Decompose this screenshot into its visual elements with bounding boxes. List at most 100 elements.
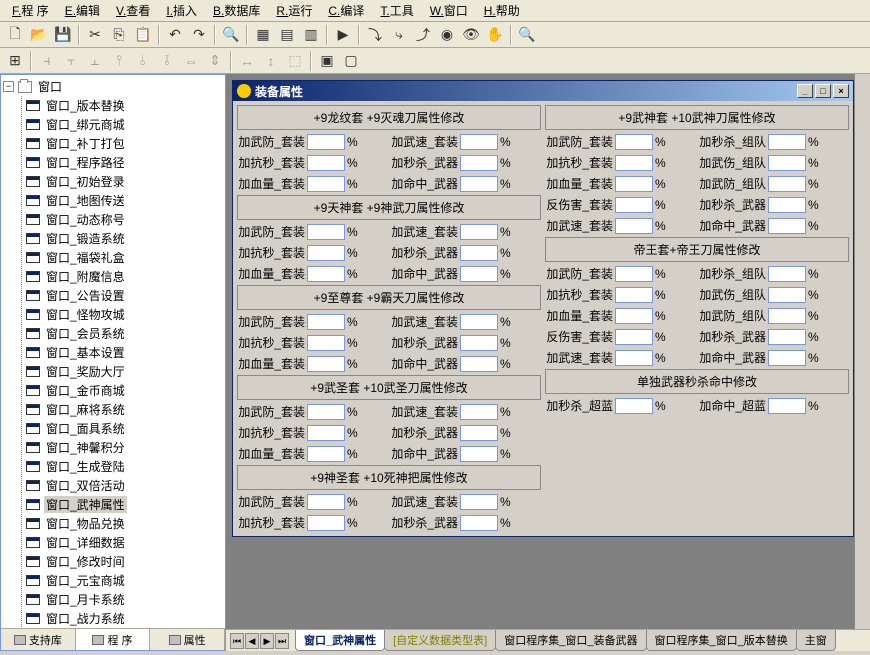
tree-item[interactable]: 窗口_初始登录	[26, 172, 223, 191]
value-input[interactable]	[307, 425, 345, 441]
copy-icon[interactable]: ⎘	[108, 24, 130, 46]
tree-item[interactable]: 窗口_双倍活动	[26, 476, 223, 495]
tree-item[interactable]: 窗口_月卡系统	[26, 590, 223, 609]
tab-first-icon[interactable]: ⏮	[230, 633, 244, 649]
redo-icon[interactable]: ↷	[188, 24, 210, 46]
align-right-icon[interactable]: ⫠	[84, 50, 106, 72]
collapse-icon[interactable]: −	[3, 81, 14, 92]
step-over-icon[interactable]: ⤵	[364, 24, 386, 46]
tree-item[interactable]: 窗口_战力系统	[26, 609, 223, 628]
align-middle-icon[interactable]: ⫰	[132, 50, 154, 72]
editor-tab[interactable]: 窗口_武神属性	[295, 630, 385, 651]
value-input[interactable]	[768, 197, 806, 213]
dist-v-icon[interactable]: ⇕	[204, 50, 226, 72]
value-input[interactable]	[307, 245, 345, 261]
tree-item[interactable]: 窗口_元宝商城	[26, 571, 223, 590]
menu-tools[interactable]: T.工具	[372, 0, 421, 21]
value-input[interactable]	[307, 356, 345, 372]
maximize-button[interactable]: □	[815, 84, 831, 98]
value-input[interactable]	[460, 266, 498, 282]
align-top-icon[interactable]: ⫯	[108, 50, 130, 72]
stop-icon[interactable]: ✋	[484, 24, 506, 46]
minimize-button[interactable]: _	[797, 84, 813, 98]
value-input[interactable]	[460, 245, 498, 261]
value-input[interactable]	[615, 350, 653, 366]
value-input[interactable]	[460, 134, 498, 150]
value-input[interactable]	[460, 224, 498, 240]
tree-item[interactable]: 窗口_锻造系统	[26, 229, 223, 248]
value-input[interactable]	[307, 176, 345, 192]
value-input[interactable]	[307, 155, 345, 171]
vertical-scrollbar[interactable]	[854, 74, 870, 629]
save-icon[interactable]: 💾	[52, 24, 74, 46]
align-bottom-icon[interactable]: ⫱	[156, 50, 178, 72]
value-input[interactable]	[460, 155, 498, 171]
value-input[interactable]	[615, 176, 653, 192]
value-input[interactable]	[768, 218, 806, 234]
value-input[interactable]	[307, 224, 345, 240]
value-input[interactable]	[460, 176, 498, 192]
value-input[interactable]	[768, 266, 806, 282]
editor-tab[interactable]: [自定义数据类型表]	[384, 630, 496, 651]
align-center-icon[interactable]: ⫟	[60, 50, 82, 72]
tree-item[interactable]: 窗口_修改时间	[26, 552, 223, 571]
grid-icon[interactable]: ⊞	[4, 50, 26, 72]
run-icon[interactable]: ▶	[332, 24, 354, 46]
tree-item[interactable]: 窗口_武神属性	[26, 495, 223, 514]
layout2-icon[interactable]: ▤	[276, 24, 298, 46]
help-icon[interactable]: 🔍	[516, 24, 538, 46]
tree-item[interactable]: 窗口_动态称号	[26, 210, 223, 229]
menu-file[interactable]: F.程 序	[4, 0, 57, 21]
menu-database[interactable]: B.数据库	[205, 0, 268, 21]
value-input[interactable]	[768, 176, 806, 192]
step-out-icon[interactable]: ⤴	[412, 24, 434, 46]
menu-view[interactable]: V.查看	[108, 0, 158, 21]
tree-item[interactable]: 窗口_程序路径	[26, 153, 223, 172]
value-input[interactable]	[615, 329, 653, 345]
value-input[interactable]	[768, 398, 806, 414]
tree-item[interactable]: 窗口_福袋礼盒	[26, 248, 223, 267]
tree-item[interactable]: 窗口_生成登陆	[26, 457, 223, 476]
value-input[interactable]	[768, 308, 806, 324]
tree-item[interactable]: 窗口_奖励大厅	[26, 362, 223, 381]
paste-icon[interactable]: 📋	[132, 24, 154, 46]
tree-item[interactable]: 窗口_版本替换	[26, 96, 223, 115]
value-input[interactable]	[307, 314, 345, 330]
value-input[interactable]	[307, 335, 345, 351]
value-input[interactable]	[460, 404, 498, 420]
tree-item[interactable]: 窗口_怪物攻城	[26, 305, 223, 324]
find-icon[interactable]: 🔍	[220, 24, 242, 46]
tab-program[interactable]: 程 序	[76, 629, 151, 650]
tree-item[interactable]: 窗口_公告设置	[26, 286, 223, 305]
menu-insert[interactable]: I.插入	[158, 0, 205, 21]
step-into-icon[interactable]: ⤷	[388, 24, 410, 46]
value-input[interactable]	[615, 197, 653, 213]
value-input[interactable]	[615, 287, 653, 303]
watch-icon[interactable]: 👁	[460, 24, 482, 46]
same-height-icon[interactable]: ↕	[260, 50, 282, 72]
value-input[interactable]	[768, 155, 806, 171]
open-icon[interactable]: 📂	[28, 24, 50, 46]
tab-support-lib[interactable]: 支持库	[1, 629, 76, 650]
menu-compile[interactable]: C.编译	[320, 0, 372, 21]
value-input[interactable]	[307, 266, 345, 282]
value-input[interactable]	[460, 494, 498, 510]
value-input[interactable]	[460, 446, 498, 462]
value-input[interactable]	[768, 134, 806, 150]
value-input[interactable]	[768, 350, 806, 366]
menu-help[interactable]: H.帮助	[476, 0, 528, 21]
tab-last-icon[interactable]: ⏭	[275, 633, 289, 649]
value-input[interactable]	[615, 155, 653, 171]
tree-item[interactable]: 窗口_物品兑换	[26, 514, 223, 533]
editor-tab[interactable]: 窗口程序集_窗口_版本替换	[646, 630, 797, 651]
tree-root[interactable]: − 窗口	[3, 77, 223, 96]
same-size-icon[interactable]: ⬚	[284, 50, 306, 72]
value-input[interactable]	[615, 308, 653, 324]
value-input[interactable]	[460, 314, 498, 330]
back-icon[interactable]: ▢	[340, 50, 362, 72]
dist-h-icon[interactable]: ⇔	[180, 50, 202, 72]
value-input[interactable]	[615, 266, 653, 282]
value-input[interactable]	[460, 425, 498, 441]
tab-properties[interactable]: 属性	[150, 629, 225, 650]
editor-tab[interactable]: 主窗	[796, 630, 836, 651]
